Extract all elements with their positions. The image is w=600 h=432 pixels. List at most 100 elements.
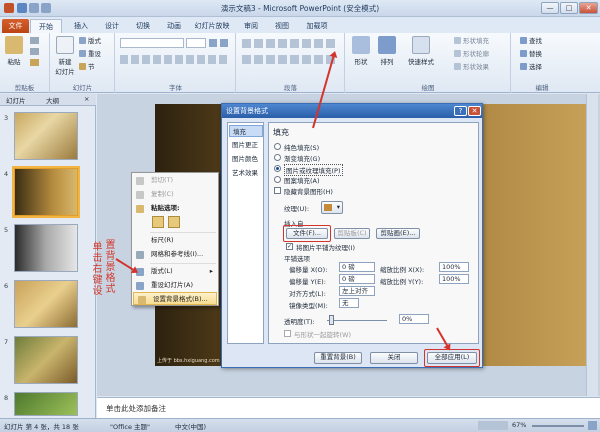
texture-dropdown[interactable]: ▾ — [321, 201, 343, 214]
tab-home[interactable]: 开始 — [30, 19, 62, 33]
clipboard-button[interactable]: 剪贴板(C) — [334, 228, 370, 239]
menu-grid-guides[interactable]: 网格和参考线(I)... — [132, 248, 218, 261]
tab-design[interactable]: 设计 — [98, 19, 126, 33]
menu-format-background[interactable]: 设置背景格式(B)... — [133, 292, 217, 305]
menu-copy[interactable]: 复制(C) — [132, 188, 218, 201]
offset-x-input[interactable]: 0 磅 — [339, 262, 375, 272]
slide-thumbnail-4[interactable] — [12, 166, 80, 218]
menu-cut[interactable]: 剪切(T) — [132, 174, 218, 187]
fill-section-title: 填充 — [273, 128, 289, 137]
menu-ruler-label: 标尺(R) — [151, 236, 174, 244]
tab-file[interactable]: 文件 — [2, 19, 29, 33]
font-format-buttons[interactable] — [120, 55, 228, 64]
tab-animations[interactable]: 动画 — [160, 19, 188, 33]
shape-effects-icon — [454, 63, 461, 70]
dialog-close-button[interactable]: ✕ — [468, 106, 481, 116]
menu-ruler[interactable]: 标尺(R) — [132, 234, 218, 247]
nav-picture-corrections[interactable]: 图片更正 — [229, 139, 263, 151]
shape-fill-button[interactable]: 形状填充 — [454, 36, 489, 46]
language-indicator[interactable]: 中文(中国) — [175, 421, 206, 431]
tab-insert[interactable]: 插入 — [67, 19, 95, 33]
shapes-button[interactable]: 形状 — [350, 36, 372, 66]
layout-button[interactable]: 版式 — [79, 36, 101, 46]
new-slide-button[interactable]: 新建 幻灯片 — [54, 36, 76, 76]
shape-outline-button[interactable]: 形状轮廓 — [454, 49, 489, 59]
cut-icon[interactable] — [30, 37, 39, 44]
maximize-button[interactable]: □ — [560, 2, 578, 14]
list-buttons[interactable] — [242, 39, 338, 48]
font-size-box[interactable] — [186, 38, 206, 48]
reset-background-button[interactable]: 重置背景(B) — [314, 352, 362, 364]
tab-review[interactable]: 审阅 — [237, 19, 265, 33]
align-dropdown[interactable]: 左上对齐 — [339, 286, 375, 296]
shape-effects-button[interactable]: 形状效果 — [454, 62, 489, 72]
format-painter-icon[interactable] — [30, 59, 39, 66]
new-slide-label: 新建 幻灯片 — [55, 58, 75, 76]
paste-keep-icon[interactable] — [152, 216, 164, 228]
scale-x-input[interactable]: 100% — [439, 262, 469, 272]
minimize-button[interactable]: — — [541, 2, 559, 14]
tab-view[interactable]: 视图 — [268, 19, 296, 33]
view-buttons[interactable] — [478, 421, 508, 430]
nav-fill[interactable]: 填充 — [229, 125, 263, 137]
quick-styles-button[interactable]: 快速样式 — [404, 36, 438, 66]
copy-icon — [136, 191, 144, 199]
transparency-input[interactable]: 0% — [399, 314, 429, 324]
replace-button[interactable]: 替换 — [520, 49, 542, 59]
slide-thumbnail-8[interactable] — [14, 392, 78, 416]
replace-icon — [520, 50, 527, 57]
tab-slideshow[interactable]: 幻灯片放映 — [190, 19, 234, 33]
slide-count: 幻灯片 第 4 张，共 18 张 — [4, 423, 79, 431]
grow-font-icon[interactable] — [209, 39, 217, 47]
help-button[interactable]: ? — [454, 106, 467, 116]
zoom-slider[interactable] — [532, 425, 584, 427]
section-button[interactable]: 节 — [79, 62, 95, 72]
tile-checkbox[interactable]: ✓ — [286, 243, 293, 250]
slide-thumbnail-5[interactable] — [14, 224, 78, 272]
fit-to-window-icon[interactable] — [588, 421, 597, 430]
copy-icon[interactable] — [30, 48, 39, 55]
paste-button[interactable]: 粘贴 — [3, 36, 25, 66]
tab-slides[interactable]: 幻灯片 — [6, 95, 26, 105]
align-label: 对齐方式(L): — [289, 290, 326, 298]
slide-thumbnail-6[interactable] — [14, 280, 78, 328]
transparency-slider[interactable] — [327, 320, 387, 321]
rotate-with-shape-checkbox[interactable] — [284, 330, 291, 337]
layout-label: 版式 — [88, 37, 101, 45]
radio-pattern-fill[interactable] — [274, 176, 281, 183]
font-name-box[interactable] — [120, 38, 184, 48]
radio-picture-fill[interactable] — [274, 165, 281, 172]
paste-picture-icon[interactable] — [168, 216, 180, 228]
arrange-button[interactable]: 排列 — [376, 36, 398, 66]
slider-thumb[interactable] — [329, 315, 334, 325]
nav-artistic-effects[interactable]: 艺术效果 — [229, 167, 263, 179]
reset-button[interactable]: 重设 — [79, 49, 101, 59]
nav-picture-color[interactable]: 图片颜色 — [229, 153, 263, 165]
select-button[interactable]: 选择 — [520, 62, 542, 72]
shrink-font-icon[interactable] — [220, 39, 228, 47]
hide-bg-graphics-checkbox[interactable] — [274, 187, 281, 194]
clipart-button[interactable]: 剪贴画(E)... — [376, 228, 420, 239]
slide-thumbnail-7[interactable] — [14, 336, 78, 384]
vertical-scrollbar[interactable] — [586, 94, 598, 396]
radio-gradient-fill[interactable] — [274, 154, 281, 161]
zoom-level[interactable]: 67% — [512, 421, 526, 429]
slide-thumbnail-3[interactable] — [14, 112, 78, 160]
offset-y-input[interactable]: 0 磅 — [339, 274, 375, 284]
radio-solid-fill[interactable] — [274, 143, 281, 150]
paste-label: 粘贴 — [7, 58, 21, 66]
close-window-button[interactable]: ✕ — [579, 2, 598, 14]
tab-addins[interactable]: 加载项 — [300, 19, 334, 33]
align-buttons[interactable] — [242, 55, 338, 64]
close-button[interactable]: 关闭 — [370, 352, 418, 364]
menu-reset-slide[interactable]: 重设幻灯片(A) — [132, 279, 218, 292]
close-panel-icon[interactable]: × — [84, 95, 89, 103]
tab-transitions[interactable]: 切换 — [129, 19, 157, 33]
mirror-dropdown[interactable]: 无 — [339, 298, 359, 308]
menu-layout[interactable]: 版式(L) ▸ — [132, 265, 218, 278]
scale-y-input[interactable]: 100% — [439, 274, 469, 284]
find-button[interactable]: 查找 — [520, 36, 542, 46]
notes-pane[interactable]: 单击此处添加备注 — [97, 397, 600, 418]
window-title: 演示文稿3 - Microsoft PowerPoint (安全模式) — [220, 4, 380, 13]
tab-outline[interactable]: 大纲 — [46, 95, 59, 105]
